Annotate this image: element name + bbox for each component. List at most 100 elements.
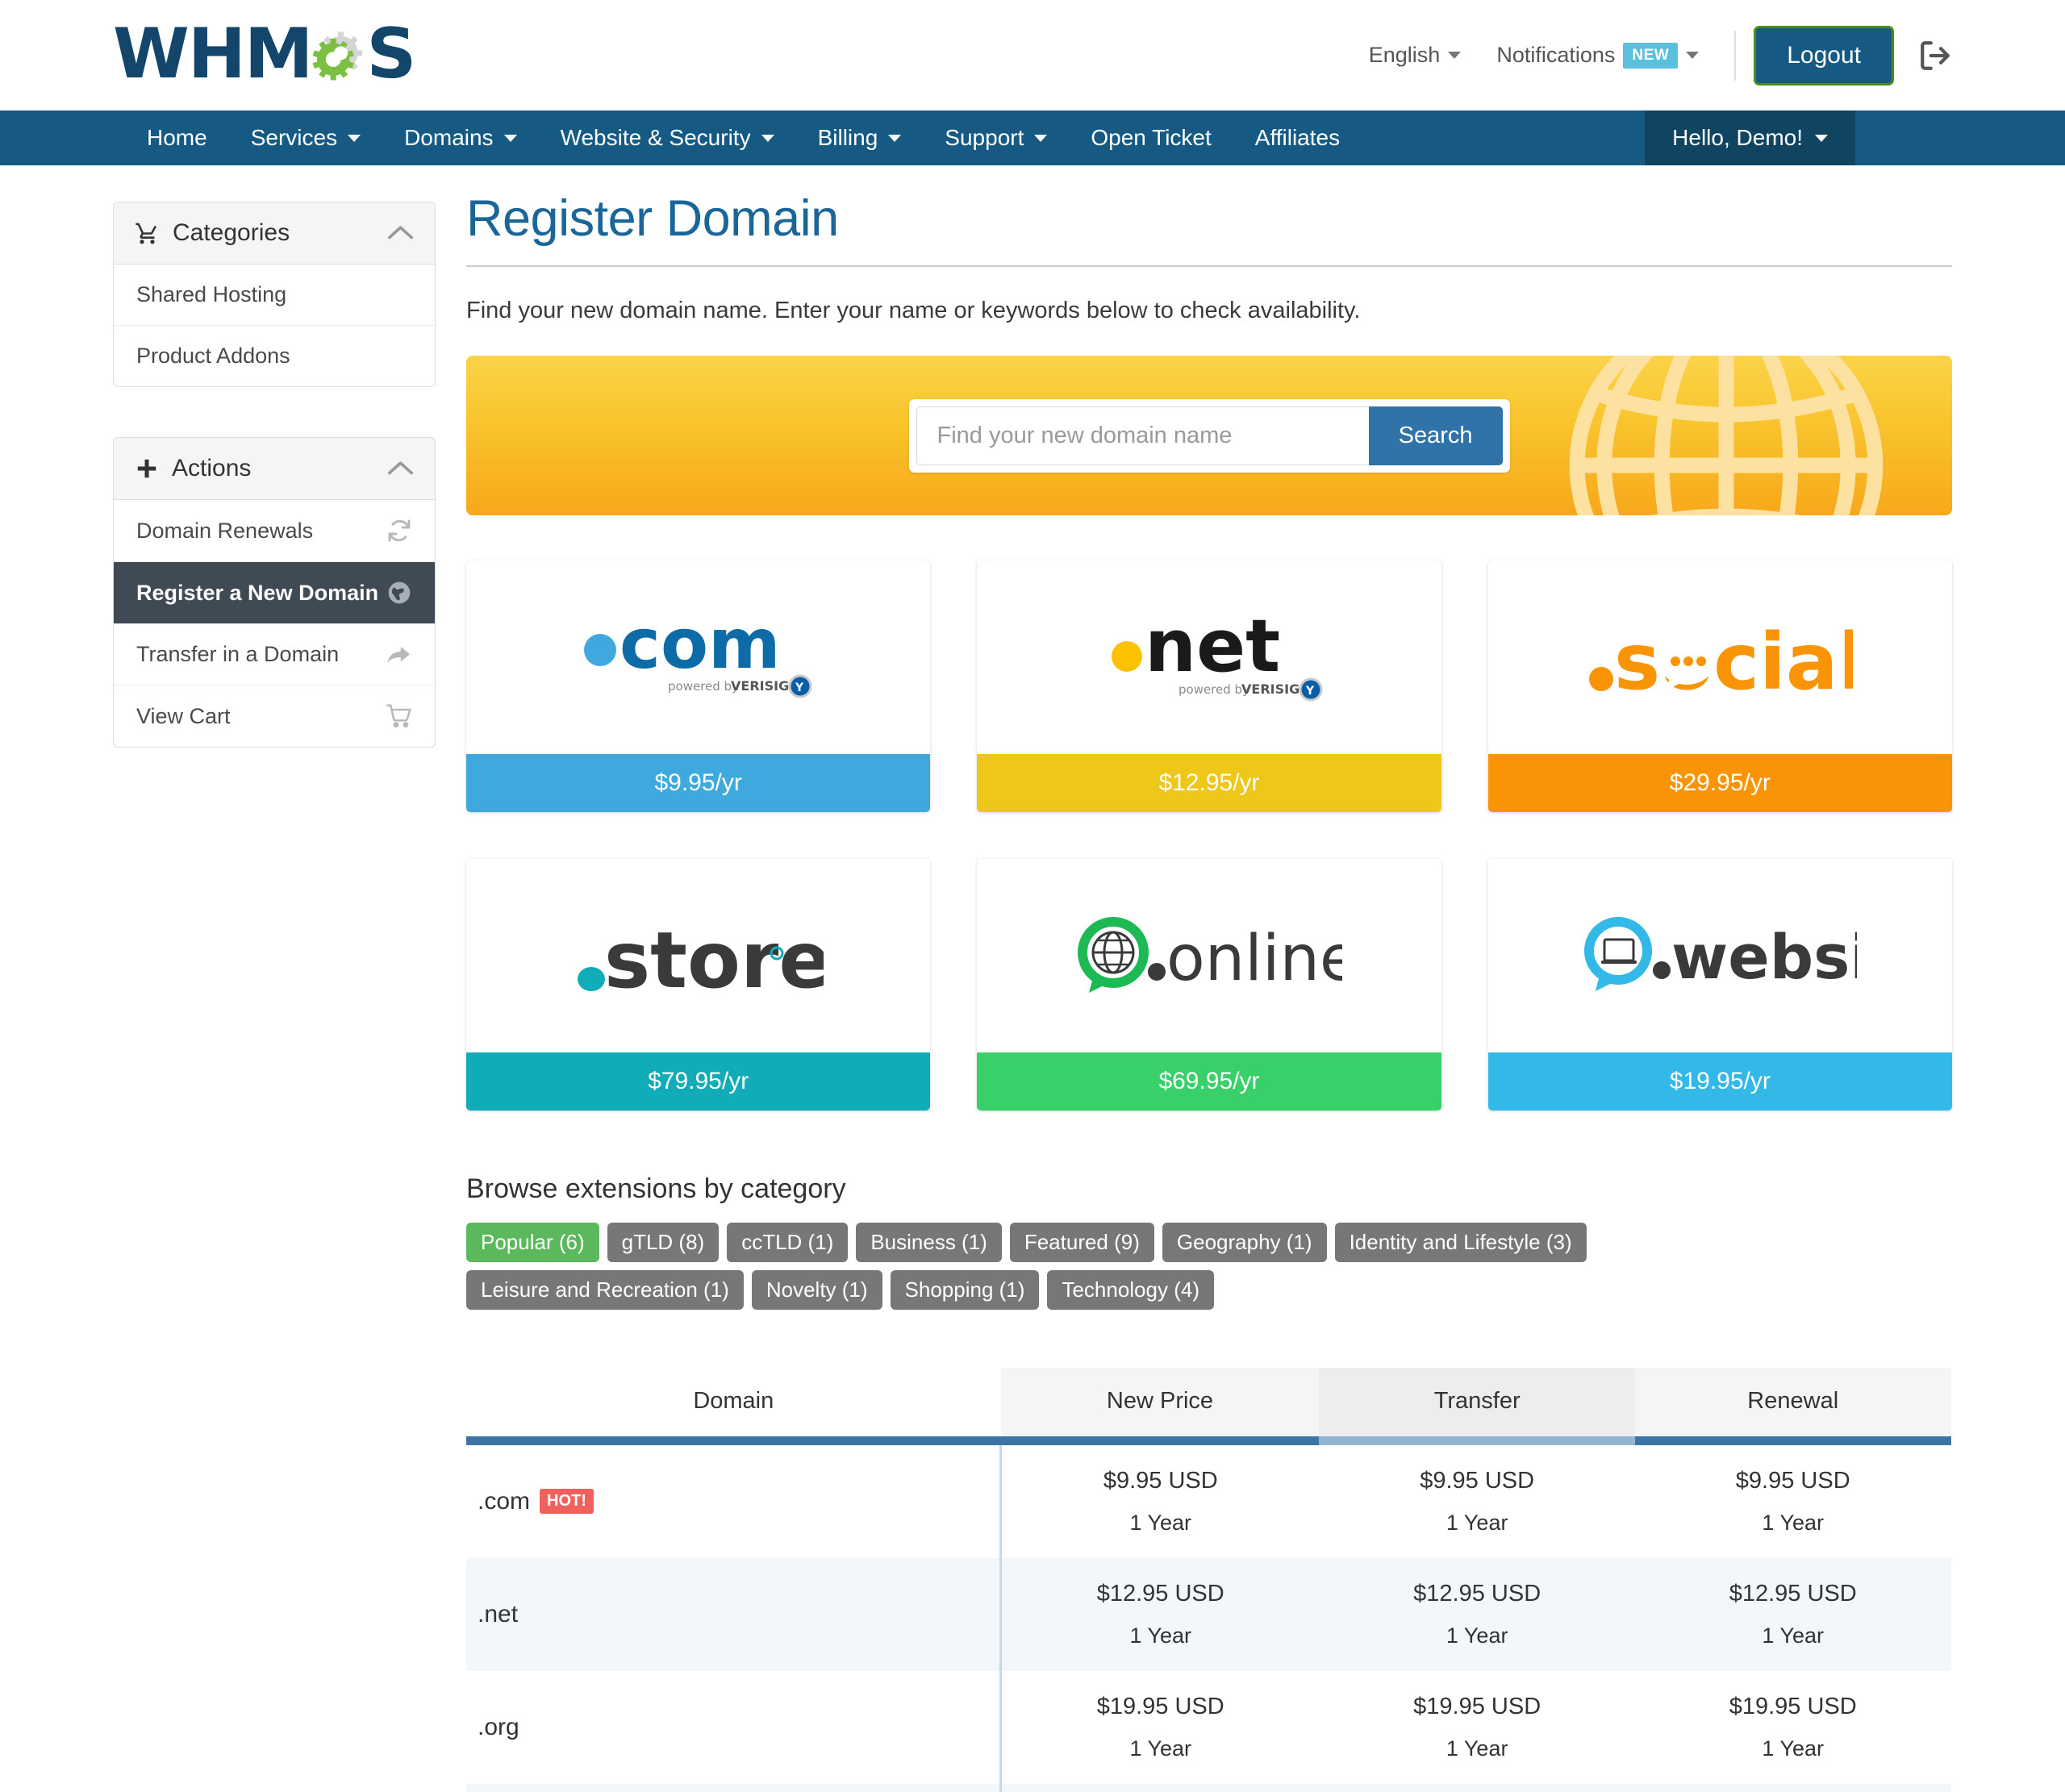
sidebar-item-shared-hosting[interactable]: Shared Hosting	[114, 265, 435, 326]
cell-domain: .biz	[466, 1784, 1001, 1792]
tld-card-website[interactable]: website $19.95/yr	[1487, 859, 1952, 1111]
sidebar-item-label: Register a New Domain	[136, 580, 379, 605]
cell-new-price: $9.95 USD 1 Year	[999, 1445, 1320, 1558]
tld-logo-store: store	[466, 859, 931, 1052]
price-term: 1 Year	[1446, 1623, 1508, 1648]
category-pill-gtld[interactable]: gTLD (8)	[607, 1223, 720, 1262]
column-header-new-price: New Price	[1000, 1368, 1320, 1436]
nav-item-home[interactable]: Home	[125, 110, 229, 165]
table-row[interactable]: .com HOT! $9.95 USD 1 Year $9.95 USD 1 Ye…	[466, 1445, 1951, 1558]
price-term: 1 Year	[1129, 1623, 1192, 1648]
nav-item-billing[interactable]: Billing	[796, 110, 924, 165]
sidebar-item-register-new-domain[interactable]: Register a New Domain	[114, 562, 435, 624]
header-divider	[1734, 30, 1737, 81]
tld-logo-com: com powered by VERISIGN Y	[466, 561, 931, 754]
categories-title: Categories	[173, 219, 290, 246]
svg-text:com: com	[620, 604, 781, 685]
svg-text:Y: Y	[1305, 685, 1315, 698]
nav-item-open-ticket[interactable]: Open Ticket	[1069, 110, 1233, 165]
tld-price-store: $79.95/yr	[466, 1052, 931, 1111]
sign-out-icon[interactable]	[1918, 39, 1952, 73]
accent-bar-transfer	[1319, 1436, 1635, 1445]
category-pill-identity-lifestyle[interactable]: Identity and Lifestyle (3)	[1334, 1223, 1587, 1262]
nav-label: Open Ticket	[1091, 125, 1212, 150]
search-button[interactable]: Search	[1368, 406, 1503, 465]
price-value: $9.95 USD	[1735, 1468, 1850, 1494]
svg-text:Y: Y	[795, 681, 804, 694]
price-value: $19.95 USD	[1096, 1694, 1224, 1719]
sidebar-item-view-cart[interactable]: View Cart	[114, 686, 435, 747]
language-selector[interactable]: English	[1351, 43, 1479, 68]
share-arrow-icon	[385, 643, 412, 667]
category-pill-cctld[interactable]: ccTLD (1)	[727, 1223, 849, 1262]
category-pill-popular[interactable]: Popular (6)	[466, 1223, 599, 1262]
cart-icon	[135, 221, 160, 246]
price-term: 1 Year	[1762, 1623, 1825, 1648]
category-pill-geography[interactable]: Geography (1)	[1162, 1223, 1327, 1262]
price-value: $12.95 USD	[1096, 1581, 1224, 1607]
user-account-menu[interactable]: Hello, Demo!	[1645, 110, 1855, 165]
chevron-down-icon	[503, 134, 517, 142]
notifications-label: Notifications	[1496, 43, 1616, 67]
tld-logo-website: website	[1487, 859, 1952, 1052]
category-pill-shopping[interactable]: Shopping (1)	[890, 1270, 1040, 1310]
search-input[interactable]	[916, 406, 1369, 465]
price-term: 1 Year	[1129, 1736, 1192, 1761]
table-row[interactable]: .biz $19.95 USD 1 Year $19.95 USD 1 Year…	[466, 1784, 1951, 1792]
tld-card-net[interactable]: net powered by VERISIGN Y $12.95/yr	[977, 561, 1441, 812]
price-value: $19.95 USD	[1413, 1694, 1541, 1719]
tld-card-com[interactable]: com powered by VERISIGN Y $9.95/yr	[466, 561, 931, 812]
tld-card-social[interactable]: social $29.95/yr	[1487, 561, 1952, 812]
cell-renewal: $9.95 USD 1 Year	[1635, 1445, 1951, 1558]
tld-price-social: $29.95/yr	[1487, 754, 1952, 812]
logout-button[interactable]: Logout	[1754, 25, 1894, 85]
language-label: English	[1368, 43, 1441, 67]
chevron-down-icon	[1686, 52, 1700, 59]
sidebar-item-label: Product Addons	[136, 344, 290, 368]
chevron-down-icon	[1815, 134, 1828, 142]
nav-item-support[interactable]: Support	[923, 110, 1069, 165]
tld-card-online[interactable]: online $69.95/yr	[977, 859, 1441, 1111]
header-utilities: English Notifications NEW Logout	[1351, 0, 1952, 110]
price-value: $12.95 USD	[1729, 1581, 1857, 1607]
table-head: Domain New Price Transfer Renewal	[466, 1368, 1951, 1445]
category-pill-novelty[interactable]: Novelty (1)	[751, 1270, 882, 1310]
sidebar-item-product-addons[interactable]: Product Addons	[114, 326, 435, 386]
main-content: Register Domain Find your new domain nam…	[466, 190, 1952, 1792]
cell-transfer: $19.95 USD 1 Year	[1319, 1784, 1635, 1792]
sidebar: Categories Shared Hosting Product Addons	[113, 202, 436, 1792]
category-pill-technology[interactable]: Technology (4)	[1047, 1270, 1214, 1310]
cell-domain: .com HOT!	[466, 1445, 1001, 1558]
cell-new-price: $12.95 USD 1 Year	[999, 1558, 1320, 1671]
whmcs-logo[interactable]: WHM S	[113, 10, 416, 98]
category-pill-business[interactable]: Business (1)	[856, 1223, 1002, 1262]
hot-badge: HOT!	[540, 1488, 594, 1514]
cell-renewal: $19.95 USD 1 Year	[1635, 1784, 1951, 1792]
category-pill-leisure-recreation[interactable]: Leisure and Recreation (1)	[466, 1270, 744, 1310]
tld-price-website: $19.95/yr	[1487, 1052, 1952, 1111]
nav-label: Website & Security	[560, 125, 751, 150]
category-pill-featured[interactable]: Featured (9)	[1009, 1223, 1154, 1262]
sidebar-item-domain-renewals[interactable]: Domain Renewals	[114, 500, 435, 562]
sidebar-item-label: Shared Hosting	[136, 282, 287, 306]
price-term: 1 Year	[1446, 1736, 1508, 1761]
column-header-transfer: Transfer	[1319, 1368, 1635, 1436]
tld-card-store[interactable]: store $79.95/yr	[466, 859, 931, 1111]
actions-panel-header[interactable]: Actions	[114, 438, 435, 500]
nav-item-services[interactable]: Services	[229, 110, 382, 165]
nav-item-domains[interactable]: Domains	[382, 110, 538, 165]
table-row[interactable]: .net $12.95 USD 1 Year $12.95 USD 1 Year…	[466, 1558, 1951, 1671]
svg-text:net: net	[1145, 604, 1280, 689]
nav-item-website-security[interactable]: Website & Security	[539, 110, 796, 165]
accent-bar-domain	[466, 1436, 1001, 1445]
categories-panel-header[interactable]: Categories	[114, 202, 435, 265]
nav-label: Home	[147, 125, 207, 150]
plus-icon	[135, 456, 159, 481]
nav-item-affiliates[interactable]: Affiliates	[1233, 110, 1362, 165]
table-row[interactable]: .org $19.95 USD 1 Year $19.95 USD 1 Year…	[466, 1671, 1951, 1784]
notifications-menu[interactable]: Notifications NEW	[1479, 42, 1717, 69]
sidebar-item-transfer-in-domain[interactable]: Transfer in a Domain	[114, 624, 435, 686]
sidebar-item-label: Transfer in a Domain	[136, 642, 340, 666]
cell-transfer: $9.95 USD 1 Year	[1319, 1445, 1635, 1558]
domain-tld-label: .org	[478, 1714, 519, 1740]
